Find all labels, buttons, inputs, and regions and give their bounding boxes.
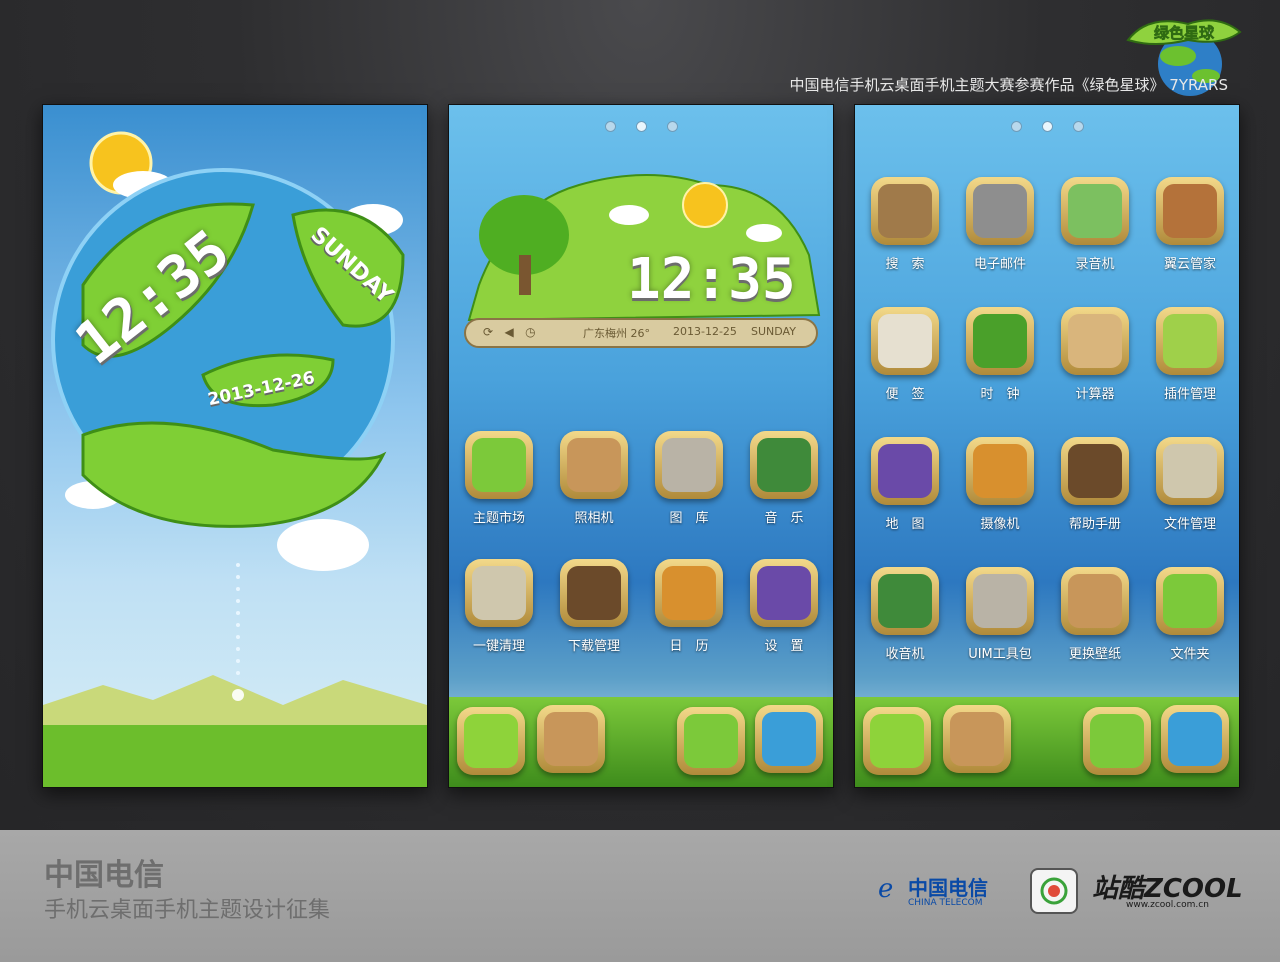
app-icon[interactable]	[655, 431, 723, 499]
dock-peapod-icon[interactable]	[1083, 707, 1151, 775]
app-icon[interactable]	[966, 307, 1034, 375]
cloud-icon	[277, 519, 369, 571]
app-icon[interactable]	[750, 559, 818, 627]
app-icon[interactable]	[1156, 437, 1224, 505]
app-drawer-preview: 搜 索 电子邮件 录音机 翼云管家便 签 时 钟 计算器 插件管理地 图 摄像机 帮助手册 文件管…	[854, 104, 1240, 788]
app-icon[interactable]	[966, 177, 1034, 245]
dock-monkey-icon[interactable]	[537, 705, 605, 773]
app-icon[interactable]	[465, 431, 533, 499]
app-icon[interactable]	[1061, 307, 1129, 375]
app-icon[interactable]	[560, 431, 628, 499]
zcool-logo: 站酷ZCOOL www.zcool.com.cn	[1092, 868, 1252, 912]
app-icon[interactable]	[1156, 177, 1224, 245]
app-icon[interactable]	[560, 559, 628, 627]
footer-subtitle: 手机云桌面手机主题设计征集	[44, 898, 331, 923]
app-icon[interactable]	[871, 567, 939, 635]
app-label: 搜 索	[885, 257, 925, 272]
app-label: 翼云管家	[1163, 257, 1216, 272]
footer-brand: 中国电信	[44, 858, 164, 893]
contest-title: 中国电信手机云桌面手机主题大赛参赛作品《绿色星球》 7YRARS	[789, 76, 1229, 94]
app-label: 图 库	[669, 511, 709, 526]
app-label: 便 签	[885, 387, 925, 402]
app-label: 主题市场	[472, 511, 525, 526]
dock-monkey-icon[interactable]	[943, 705, 1011, 773]
app-label: 摄像机	[980, 517, 1020, 532]
grass	[43, 725, 427, 787]
app-label: 帮助手册	[1068, 517, 1121, 532]
app-label: 文件管理	[1163, 517, 1216, 532]
china-telecom-logo: ℯ 中国电信 CHINA TELECOM	[878, 872, 1006, 912]
telecom-en: CHINA TELECOM	[908, 898, 983, 908]
app-icon[interactable]	[871, 307, 939, 375]
dock	[449, 697, 833, 787]
app-label: 插件管理	[1163, 387, 1216, 402]
app-label: 更换壁纸	[1068, 647, 1121, 662]
homescreen-preview: 12:35 ⟳ ◀ ◷ 广东梅州 26° 2013-12-25 SUNDAY 主…	[448, 104, 834, 788]
app-label: 计算器	[1075, 387, 1115, 402]
app-label: UIM工具包	[968, 647, 1032, 662]
dock	[855, 697, 1239, 787]
app-label: 一键清理	[472, 639, 525, 654]
app-label: 照相机	[574, 511, 614, 526]
app-label: 日 历	[669, 639, 709, 654]
dock-planet-icon[interactable]	[755, 705, 823, 773]
logo-title: 绿色星球	[1154, 24, 1215, 42]
app-icon[interactable]	[1156, 307, 1224, 375]
app-label: 下载管理	[567, 639, 620, 654]
app-label: 地 图	[885, 517, 925, 532]
app-label: 文件夹	[1170, 647, 1210, 662]
cloud-desktop-logo	[1030, 868, 1078, 914]
app-icon[interactable]	[966, 567, 1034, 635]
app-icon[interactable]	[871, 177, 939, 245]
app-icon[interactable]	[1061, 437, 1129, 505]
app-label: 录音机	[1075, 257, 1115, 272]
app-icon[interactable]	[1156, 567, 1224, 635]
telecom-cn: 中国电信	[908, 876, 988, 900]
unlock-handle[interactable]	[232, 689, 244, 701]
app-icon[interactable]	[966, 437, 1034, 505]
lockscreen-preview: 12:35 SUNDAY 2013-12-26	[42, 104, 428, 788]
app-label: 音 乐	[764, 511, 804, 526]
app-label: 电子邮件	[973, 257, 1026, 272]
app-icon[interactable]	[871, 437, 939, 505]
app-icon[interactable]	[655, 559, 723, 627]
app-icon[interactable]	[750, 431, 818, 499]
app-icon[interactable]	[1061, 567, 1129, 635]
app-label: 设 置	[764, 639, 804, 654]
app-icon[interactable]	[1061, 177, 1129, 245]
lockscreen-art	[43, 131, 427, 787]
app-icon[interactable]	[465, 559, 533, 627]
dock-peapod-icon[interactable]	[677, 707, 745, 775]
dock-lotus-icon[interactable]	[863, 707, 931, 775]
app-label: 收音机	[885, 647, 925, 662]
app-label: 时 钟	[980, 387, 1020, 402]
zcool-url: www.zcool.com.cn	[1126, 900, 1209, 910]
dock-lotus-icon[interactable]	[457, 707, 525, 775]
telecom-mark-icon: ℯ	[878, 874, 894, 904]
dock-planet-icon[interactable]	[1161, 705, 1229, 773]
